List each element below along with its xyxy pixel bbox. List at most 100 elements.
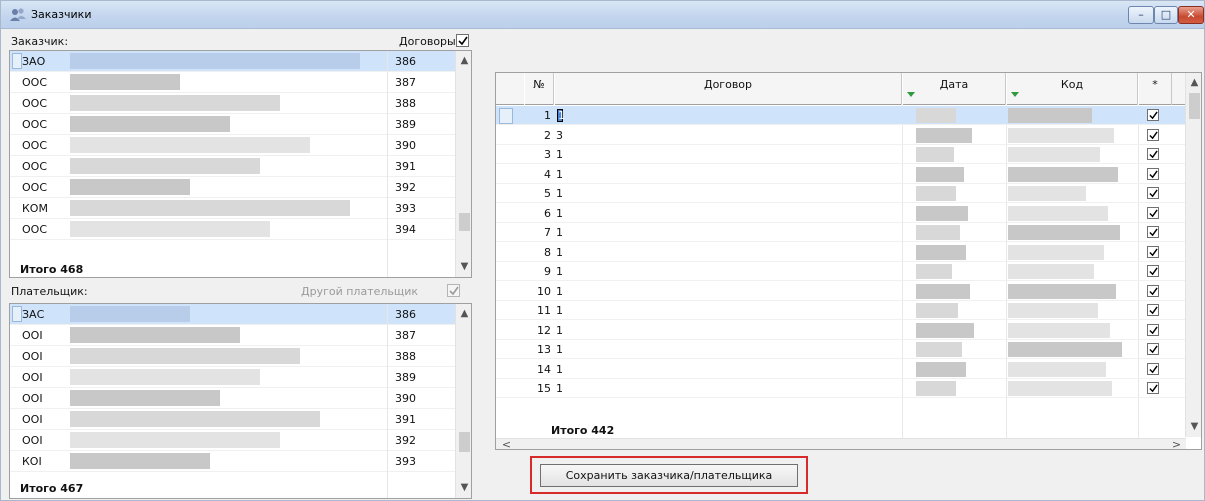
row-checkbox[interactable] <box>1147 128 1159 141</box>
scroll-down-icon[interactable]: ▼ <box>456 480 471 496</box>
customers-scrollbar[interactable]: ▲ ▼ <box>455 51 471 277</box>
contracts-grid[interactable]: № Договор Дата Код * 1123314151617181911… <box>495 72 1202 450</box>
table-row[interactable]: 23 <box>496 126 1186 145</box>
table-row[interactable]: 31 <box>496 145 1186 164</box>
row-number: 3 <box>544 148 551 161</box>
contract-cell[interactable]: 1 <box>556 168 563 181</box>
check-icon <box>1149 130 1158 139</box>
table-row[interactable]: 11 <box>496 106 1186 125</box>
row-number: 12 <box>537 323 551 337</box>
row-checkbox[interactable] <box>1147 323 1159 336</box>
table-row[interactable]: 13 1 <box>496 340 1186 359</box>
row-checkbox[interactable] <box>1147 167 1159 180</box>
contract-cell[interactable]: 1 <box>556 187 563 200</box>
row-checkbox[interactable] <box>1147 382 1159 394</box>
row-number: 2 <box>544 128 551 142</box>
table-row[interactable]: 41 <box>496 165 1186 184</box>
scroll-up-icon[interactable]: ▲ <box>1186 75 1201 91</box>
other-payer-label: Другой плательщик <box>301 285 419 298</box>
table-row[interactable]: 81 <box>496 243 1186 262</box>
table-row[interactable]: 91 <box>496 262 1186 281</box>
row-checkbox[interactable] <box>1147 245 1159 258</box>
contract-cell[interactable]: 1 <box>556 246 563 259</box>
table-row[interactable]: 10 1 <box>496 282 1186 301</box>
minimize-button[interactable]: – <box>1128 6 1154 24</box>
title-bar[interactable]: Заказчики – □ ✕ <box>1 1 1204 29</box>
table-row[interactable]: 61 <box>496 204 1186 223</box>
payers-list[interactable]: КОІ 393 ООІ 392 ООІ 391 ООІ 390 ООІ 389 ООІ 388 ООІ 3… <box>9 303 472 499</box>
row-checkbox[interactable] <box>1147 148 1159 160</box>
check-icon <box>1149 364 1158 373</box>
scroll-right-icon[interactable]: > <box>1168 439 1185 450</box>
redacted-block <box>1008 342 1122 357</box>
grid-vertical-scrollbar[interactable]: ▲ ▼ <box>1185 73 1201 437</box>
column-header-date[interactable]: Дата <box>902 73 1006 105</box>
contract-cell[interactable]: 1 <box>556 285 563 298</box>
scroll-down-icon[interactable]: ▼ <box>1186 419 1201 435</box>
row-checkbox[interactable] <box>1147 304 1159 316</box>
grid-horizontal-scrollbar[interactable]: < > <box>496 438 1186 450</box>
contract-cell[interactable]: 1 <box>556 226 563 239</box>
scroll-thumb[interactable] <box>459 213 470 231</box>
redacted-block <box>70 116 230 132</box>
close-button[interactable]: ✕ <box>1178 6 1204 24</box>
maximize-button[interactable]: □ <box>1154 6 1178 24</box>
row-checkbox[interactable] <box>1147 226 1159 238</box>
table-row[interactable]: 11 1 <box>496 301 1186 320</box>
contracts-total: Итого 442 <box>551 424 615 437</box>
contract-cell[interactable]: 1 <box>556 343 563 356</box>
customers-list[interactable]: ООС 394 КОМ 393 ООС 392 ООС 391 ООС 390 ООС 389 ООС 3… <box>9 50 472 278</box>
check-icon <box>458 36 468 46</box>
payers-scrollbar[interactable]: ▲ ▼ <box>455 304 471 498</box>
contract-cell[interactable]: 1 <box>556 207 563 220</box>
redacted-block <box>916 127 972 143</box>
contract-cell[interactable]: 1 <box>556 148 563 161</box>
list-item-number: 391 <box>395 160 416 173</box>
redacted-block <box>70 179 190 195</box>
table-row[interactable]: 71 <box>496 223 1186 242</box>
contract-cell[interactable]: 1 <box>556 363 563 376</box>
contracts-filter-checkbox[interactable] <box>456 34 469 47</box>
sort-marker-icon <box>907 92 915 97</box>
scroll-thumb[interactable] <box>1189 93 1200 119</box>
column-header-contract[interactable]: Договор <box>554 73 902 105</box>
row-number: 10 <box>537 284 551 298</box>
other-payer-checkbox[interactable] <box>447 284 460 297</box>
row-selector <box>499 108 513 124</box>
redacted-block <box>70 74 180 90</box>
contract-cell[interactable]: 1 <box>556 265 563 278</box>
redacted-block <box>70 53 360 69</box>
contract-cell[interactable]: 1 <box>556 304 563 317</box>
table-row[interactable]: 14 1 <box>496 360 1186 379</box>
redacted-block <box>70 95 280 111</box>
list-item-name: ООС <box>22 76 47 89</box>
row-checkbox[interactable] <box>1147 284 1159 297</box>
row-checkbox[interactable] <box>1147 187 1159 199</box>
row-checkbox[interactable] <box>1147 265 1159 277</box>
row-checkbox[interactable] <box>1147 109 1159 121</box>
scroll-thumb[interactable] <box>459 432 470 452</box>
row-checkbox[interactable] <box>1147 343 1159 355</box>
check-icon <box>1149 111 1158 120</box>
row-checkbox[interactable] <box>1147 362 1159 375</box>
scroll-down-icon[interactable]: ▼ <box>456 259 471 275</box>
redacted-block <box>70 221 270 237</box>
column-header-flag[interactable]: * <box>1138 73 1172 105</box>
scroll-up-icon[interactable]: ▲ <box>456 53 471 69</box>
redacted-block <box>1008 381 1112 396</box>
contract-cell[interactable]: 1 <box>556 382 563 395</box>
contract-cell[interactable]: 1 <box>558 109 565 122</box>
contract-cell[interactable]: 3 <box>556 129 563 142</box>
table-row[interactable]: 12 1 <box>496 321 1186 340</box>
scroll-up-icon[interactable]: ▲ <box>456 306 471 322</box>
redacted-block <box>1008 322 1110 338</box>
contract-cell[interactable]: 1 <box>556 324 563 337</box>
table-row[interactable]: 51 <box>496 184 1186 203</box>
scroll-left-icon[interactable]: < <box>498 439 515 450</box>
row-checkbox[interactable] <box>1147 206 1159 219</box>
table-row[interactable]: 15 1 <box>496 379 1186 398</box>
column-header-number[interactable]: № <box>524 73 554 105</box>
column-header-code[interactable]: Код <box>1006 73 1138 105</box>
save-customer-payer-button[interactable]: Сохранить заказчика/плательщика <box>540 464 798 487</box>
redacted-block <box>1008 127 1114 143</box>
